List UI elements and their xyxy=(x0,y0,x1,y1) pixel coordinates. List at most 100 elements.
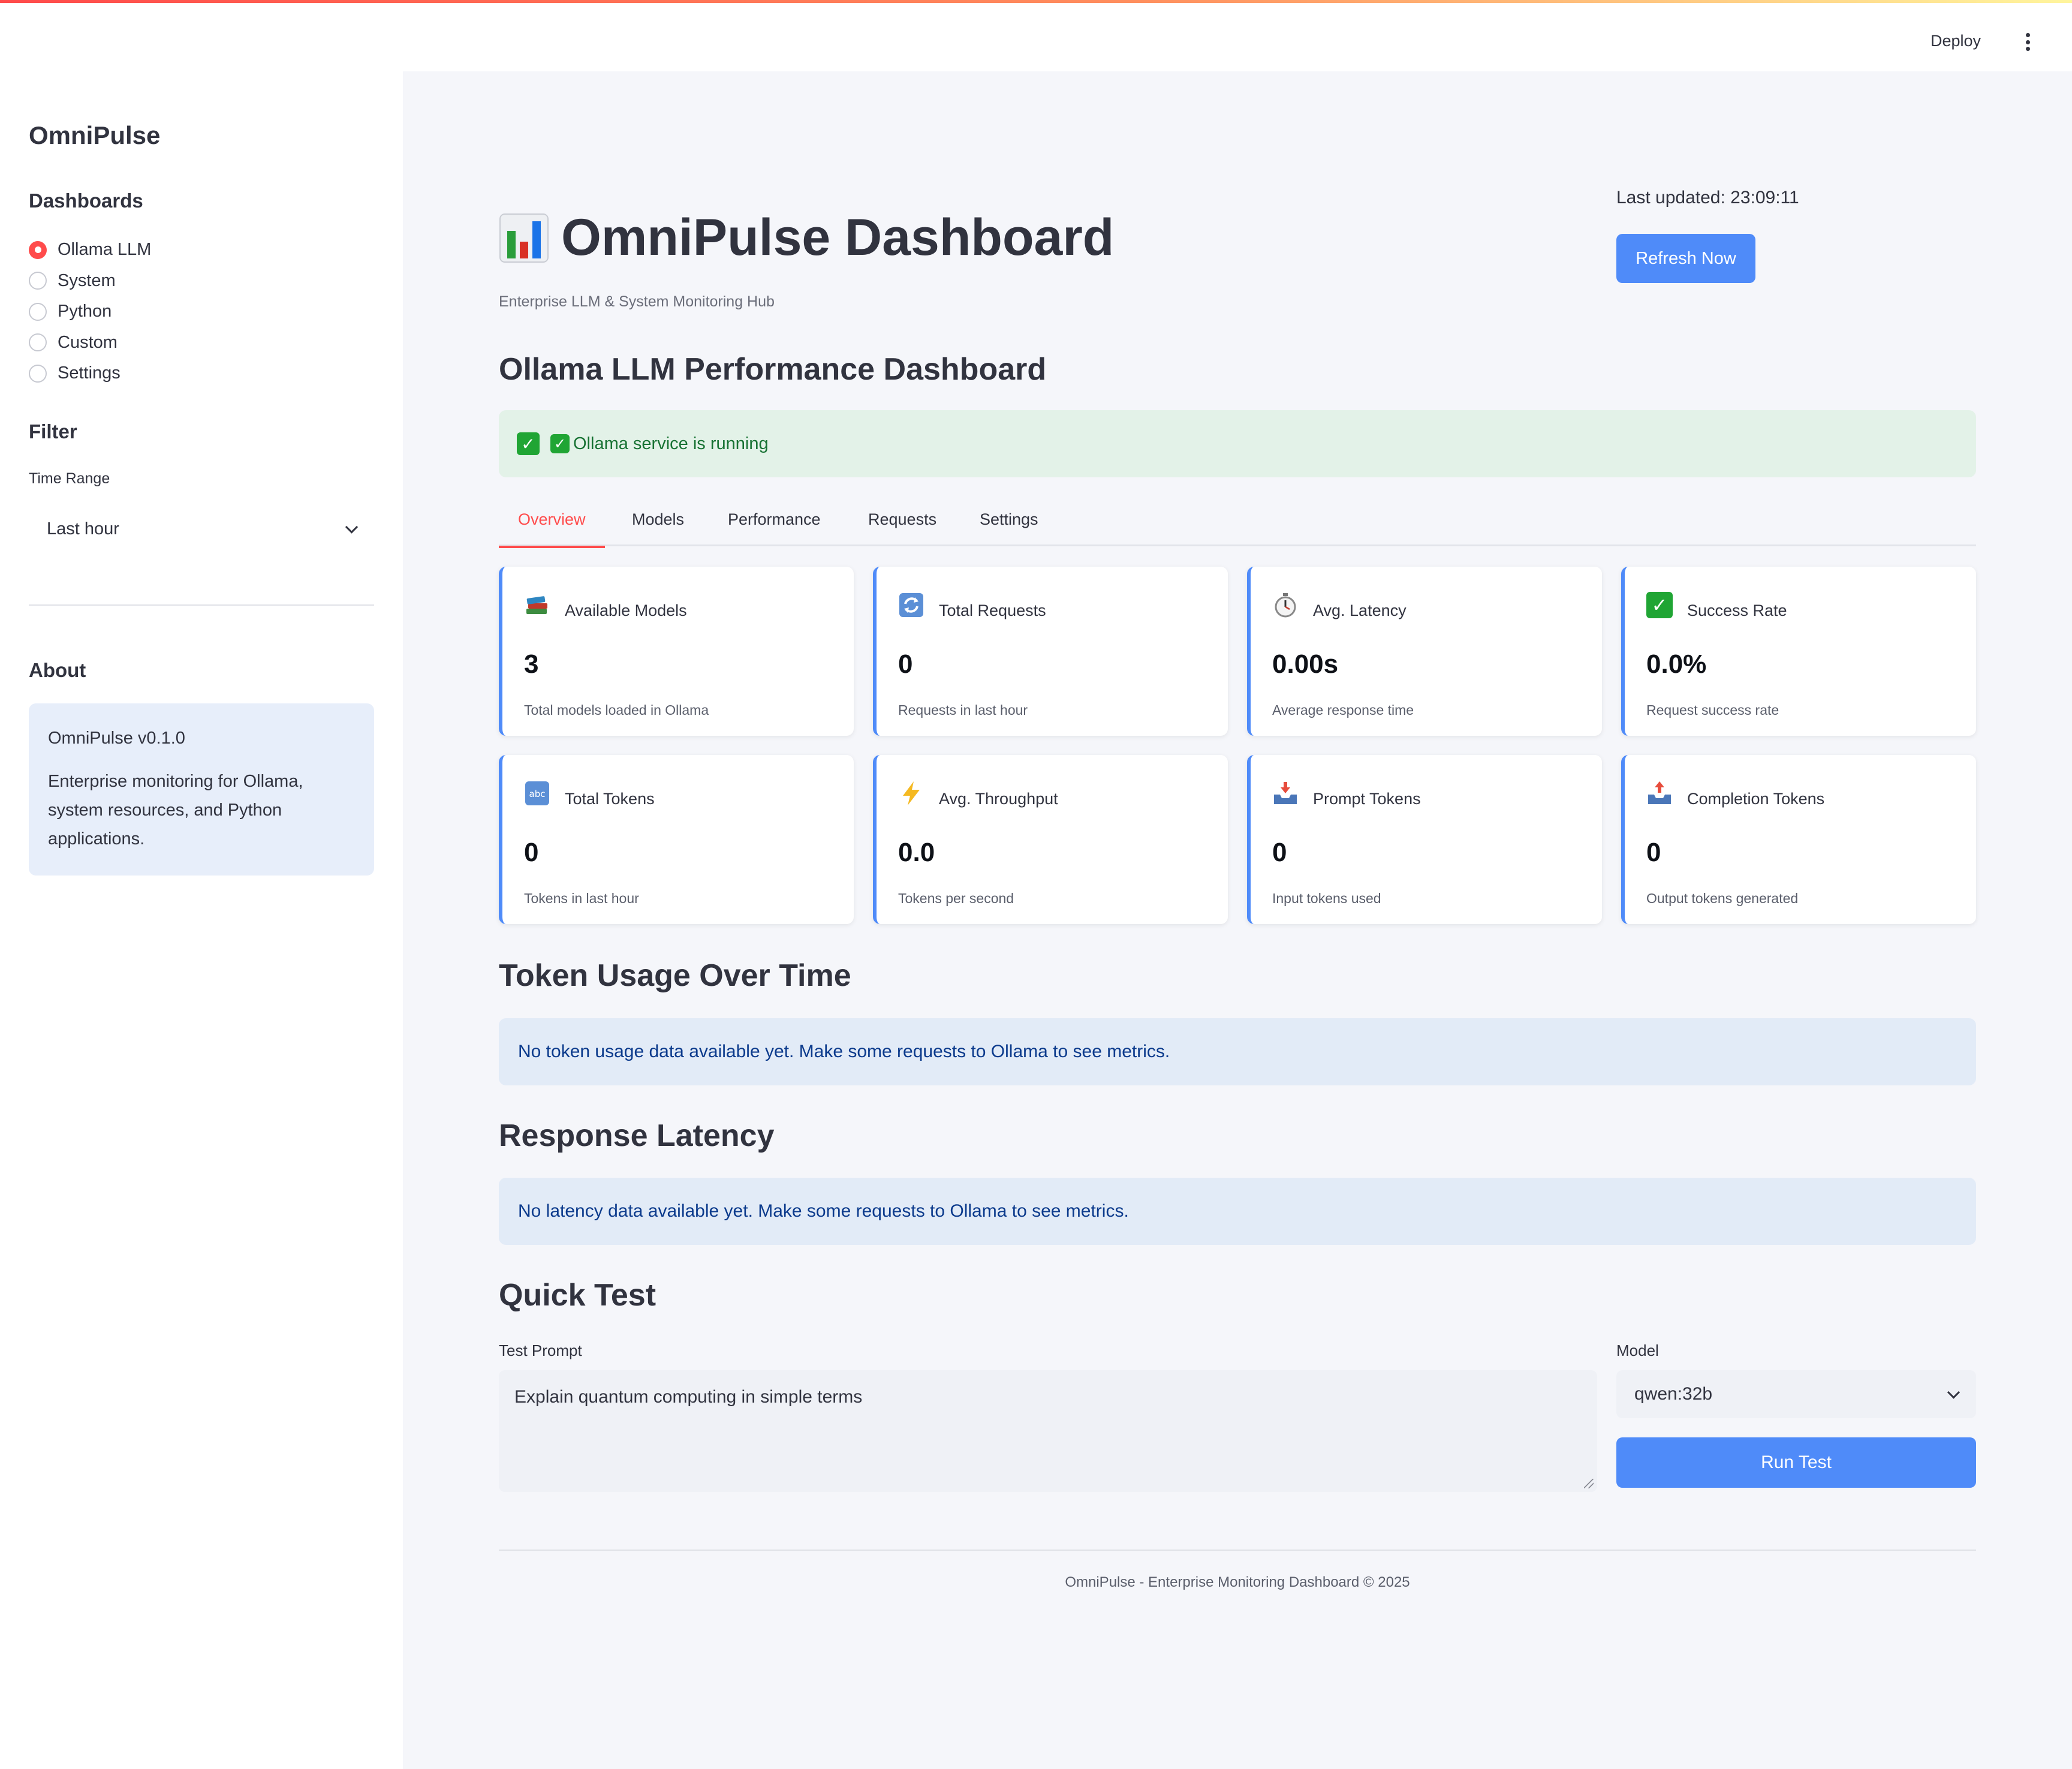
chevron-down-icon xyxy=(1947,1386,1960,1399)
last-updated-text: Last updated: 23:09:11 xyxy=(1616,188,1799,207)
tab-performance[interactable]: Performance xyxy=(728,510,821,546)
card-label: Available Models xyxy=(565,601,687,619)
model-value: qwen:32b xyxy=(1634,1384,1713,1404)
about-info-box: OmniPulse v0.1.0 Enterprise monitoring f… xyxy=(29,703,374,876)
radio-unselected-icon[interactable] xyxy=(29,333,47,352)
card-value: 0 xyxy=(524,838,539,867)
card-value: 0.0% xyxy=(1646,649,1707,679)
refresh-icon xyxy=(898,592,924,618)
abc-icon: abc xyxy=(524,780,550,807)
dashboard-radio-group: Ollama LLM System Python Custom Settings xyxy=(29,234,151,389)
sidebar-title: OmniPulse xyxy=(29,121,161,149)
footer-divider xyxy=(499,1550,1976,1551)
check-icon: ✓ xyxy=(1646,592,1673,618)
quick-test-title: Quick Test xyxy=(499,1278,656,1313)
page-title-row: OmniPulse Dashboard xyxy=(499,208,1114,267)
card-value: 3 xyxy=(524,649,539,679)
latency-info: No latency data available yet. Make some… xyxy=(499,1178,1976,1245)
main-content: OmniPulse Dashboard Enterprise LLM & Sys… xyxy=(499,71,1976,1769)
card-label: Total Requests xyxy=(939,601,1046,619)
time-range-select[interactable]: Last hour xyxy=(29,506,374,552)
card-value: 0 xyxy=(1272,838,1287,867)
card-label: Completion Tokens xyxy=(1687,790,1825,808)
section-title: Ollama LLM Performance Dashboard xyxy=(499,352,1047,387)
card-value: 0 xyxy=(898,649,913,679)
app-header: Deploy xyxy=(0,3,2072,71)
refresh-now-button[interactable]: Refresh Now xyxy=(1616,234,1755,283)
metric-card: Total Requests 0 Requests in last hour xyxy=(873,567,1228,736)
radio-label: Python xyxy=(58,302,112,321)
card-label: Avg. Throughput xyxy=(939,790,1058,808)
sidebar: OmniPulse Dashboards Ollama LLM System P… xyxy=(0,71,403,1769)
card-description: Average response time xyxy=(1272,702,1414,718)
time-range-label: Time Range xyxy=(29,470,110,487)
check-icon: ✓ xyxy=(550,434,570,453)
card-label: Success Rate xyxy=(1687,601,1787,619)
run-test-button[interactable]: Run Test xyxy=(1616,1437,1976,1488)
status-text: Ollama service is running xyxy=(573,434,769,453)
radio-label: Ollama LLM xyxy=(58,240,152,260)
info-text: No latency data available yet. Make some… xyxy=(518,1201,1129,1221)
svg-text:abc: abc xyxy=(529,789,546,799)
outbox-tray-icon xyxy=(1646,780,1673,807)
radio-unselected-icon[interactable] xyxy=(29,364,47,383)
card-description: Request success rate xyxy=(1646,702,1779,718)
service-status-alert: ✓ ✓ Ollama service is running xyxy=(499,410,1976,477)
sidebar-divider xyxy=(29,604,374,606)
card-description: Output tokens generated xyxy=(1646,890,1799,906)
deploy-button[interactable]: Deploy xyxy=(1931,32,1981,50)
radio-system[interactable]: System xyxy=(29,266,151,297)
books-icon xyxy=(524,592,550,618)
bar-chart-icon xyxy=(499,213,549,263)
metric-card: Completion Tokens 0 Output tokens genera… xyxy=(1621,755,1976,924)
token-usage-title: Token Usage Over Time xyxy=(499,958,851,993)
test-prompt-textarea[interactable]: Explain quantum computing in simple term… xyxy=(499,1370,1597,1492)
card-description: Tokens in last hour xyxy=(524,890,639,906)
tab-settings[interactable]: Settings xyxy=(980,510,1038,546)
metric-card: Prompt Tokens 0 Input tokens used xyxy=(1247,755,1602,924)
card-value: 0 xyxy=(1646,838,1661,867)
filter-heading: Filter xyxy=(29,420,77,443)
metric-card: Avg. Latency 0.00s Average response time xyxy=(1247,567,1602,736)
card-value: 0.00s xyxy=(1272,649,1339,679)
radio-python[interactable]: Python xyxy=(29,296,151,327)
card-label: Total Tokens xyxy=(565,790,655,808)
tab-requests[interactable]: Requests xyxy=(868,510,936,546)
card-label: Avg. Latency xyxy=(1313,601,1407,619)
stopwatch-icon xyxy=(1272,592,1299,618)
card-description: Requests in last hour xyxy=(898,702,1028,718)
radio-selected-icon[interactable] xyxy=(29,240,47,259)
check-icon: ✓ xyxy=(517,432,540,455)
main-area: OmniPulse Dashboard Enterprise LLM & Sys… xyxy=(403,71,2072,1769)
latency-title: Response Latency xyxy=(499,1118,775,1153)
model-select[interactable]: qwen:32b xyxy=(1616,1370,1976,1418)
info-text: No token usage data available yet. Make … xyxy=(518,1042,1170,1061)
radio-unselected-icon[interactable] xyxy=(29,272,47,290)
metric-card: Available Models 3 Total models loaded i… xyxy=(499,567,854,736)
metric-card: Avg. Throughput 0.0 Tokens per second xyxy=(873,755,1228,924)
metric-card: abc Total Tokens 0 Tokens in last hour xyxy=(499,755,854,924)
about-heading: About xyxy=(29,659,86,681)
lightning-icon xyxy=(898,780,924,807)
tab-models[interactable]: Models xyxy=(632,510,684,546)
radio-custom[interactable]: Custom xyxy=(29,327,151,359)
radio-unselected-icon[interactable] xyxy=(29,302,47,321)
page-subtitle: Enterprise LLM & System Monitoring Hub xyxy=(499,293,775,310)
card-description: Input tokens used xyxy=(1272,890,1381,906)
radio-settings[interactable]: Settings xyxy=(29,358,151,389)
card-value: 0.0 xyxy=(898,838,935,867)
main-menu-icon[interactable] xyxy=(2024,33,2031,51)
test-prompt-label: Test Prompt xyxy=(499,1341,582,1359)
dashboards-heading: Dashboards xyxy=(29,189,143,212)
tab-bar: Overview Models Performance Requests Set… xyxy=(499,503,1976,548)
card-description: Total models loaded in Ollama xyxy=(524,702,709,718)
inbox-tray-icon xyxy=(1272,780,1299,807)
radio-label: Settings xyxy=(58,363,121,383)
tab-overview[interactable]: Overview xyxy=(499,510,604,548)
card-label: Prompt Tokens xyxy=(1313,790,1421,808)
resize-grip-icon[interactable] xyxy=(1584,1479,1594,1488)
radio-ollama-llm[interactable]: Ollama LLM xyxy=(29,234,151,266)
about-version: OmniPulse v0.1.0 xyxy=(48,729,185,748)
page-title: OmniPulse Dashboard xyxy=(561,209,1115,266)
footer-text: OmniPulse - Enterprise Monitoring Dashbo… xyxy=(1065,1574,1410,1590)
